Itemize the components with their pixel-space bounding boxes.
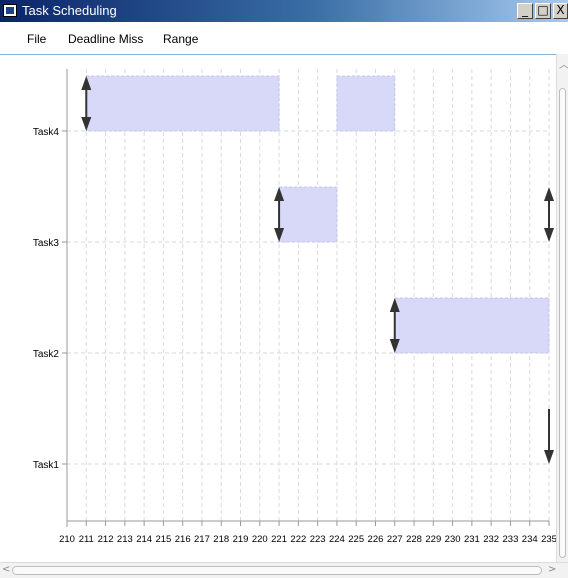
task-bar [394,297,550,354]
window-title: Task Scheduling [22,3,117,18]
x-tick-label: 222 [290,534,306,545]
horizontal-scrollbar[interactable]: < > [0,562,568,578]
close-button[interactable]: X [553,3,568,19]
task-bar [85,75,280,132]
y-tick-label: Task2 [33,349,60,360]
vertical-scroll-thumb[interactable] [559,88,566,558]
scroll-right-icon[interactable]: > [548,564,556,575]
x-tick-label: 234 [522,534,538,545]
arrow-head-down-icon [544,228,554,242]
menu-range[interactable]: Range [163,32,198,46]
chart-panel: Task4 Task3 Task2 Task1 210 211 212 213 214 215 21… [0,54,568,562]
x-tick-label: 227 [387,534,403,545]
x-tick-label: 213 [117,534,133,545]
x-tick-label: 233 [503,534,519,545]
y-tick-label: Task3 [33,238,60,249]
x-tick-label: 225 [348,534,364,545]
x-tick-label: 224 [329,534,345,545]
arrow-head-up-icon [544,187,554,201]
x-tick-label: 229 [425,534,441,545]
gantt-chart: Task4 Task3 Task2 Task1 210 211 212 213 214 215 21… [33,69,556,545]
vertical-scrollbar[interactable]: ︿ [556,54,568,562]
x-tick-label: 216 [175,534,191,545]
app-window: Task Scheduling _ □ X File Deadline Miss… [0,0,568,578]
menu-bar: File Deadline Miss Range [0,22,568,54]
x-tick-label: 230 [445,534,461,545]
app-icon [3,4,17,17]
x-tick-label: 232 [483,534,499,545]
x-tick-label: 228 [406,534,422,545]
x-tick-label: 231 [464,534,480,545]
x-tick-label: 211 [79,534,94,545]
menu-deadline-miss[interactable]: Deadline Miss [68,32,143,46]
x-tick-label: 210 [59,534,75,545]
task-bar [278,186,338,243]
arrow-head-down-icon [544,450,554,464]
minimize-button[interactable]: _ [517,3,533,19]
x-tick-label: 215 [155,534,171,545]
menu-file[interactable]: File [27,32,46,46]
x-tick-label: 226 [368,534,384,545]
x-tick-label: 217 [194,534,210,545]
x-tick-label: 235 [541,534,556,545]
task-bar [336,75,396,132]
x-tick-label: 214 [136,534,152,545]
maximize-button[interactable]: □ [535,3,551,19]
scroll-up-icon[interactable]: ︿ [559,56,568,71]
x-tick-label: 212 [98,534,114,545]
x-tick-label: 220 [252,534,268,545]
x-tick-label: 223 [310,534,326,545]
y-tick-label: Task4 [33,127,60,138]
scroll-left-icon[interactable]: < [2,564,10,575]
horizontal-scroll-thumb[interactable] [12,566,542,575]
x-tick-label: 218 [213,534,229,545]
x-tick-label: 219 [233,534,249,545]
title-bar[interactable]: Task Scheduling _ □ X [0,0,568,22]
y-tick-label: Task1 [33,460,60,471]
x-tick-label: 221 [271,534,287,545]
